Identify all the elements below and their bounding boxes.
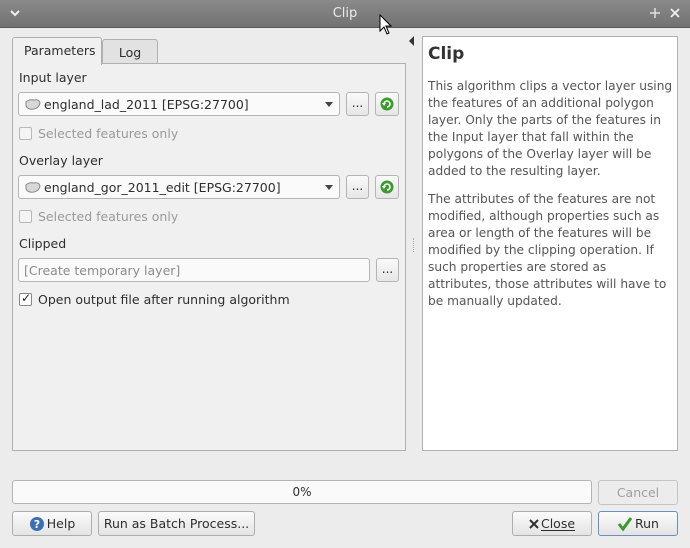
tab-parameters[interactable]: Parameters [12,37,102,65]
help-icon: ? [29,516,44,531]
overlay-selected-only-checkbox[interactable] [19,210,32,223]
clipped-browse-button[interactable]: ... [376,258,399,282]
input-layer-combo[interactable]: england_lad_2011 [EPSG:27700] [18,92,340,116]
parameters-panel: Input layer england_lad_2011 [EPSG:27700… [12,63,406,451]
clipped-label: Clipped [19,236,67,251]
collapse-help-icon[interactable] [409,36,414,46]
polygon-layer-icon [25,182,41,193]
input-selected-only-label: Selected features only [38,126,179,141]
svg-text:?: ? [34,518,40,531]
iterate-icon [380,180,394,194]
clipped-output-field[interactable] [18,258,370,282]
clipped-output-input[interactable] [19,259,369,281]
iterate-icon [380,97,394,111]
run-button[interactable]: Run [598,511,678,536]
overlay-layer-label: Overlay layer [19,153,103,168]
help-paragraph-2: The attributes of the features are not m… [428,192,667,308]
close-icon [529,518,539,529]
overlay-layer-value: england_gor_2011_edit [EPSG:27700] [44,180,281,195]
window-title: Clip [332,6,358,21]
overlay-layer-iterate-button[interactable] [375,175,399,199]
help-button[interactable]: ? Help [12,511,92,536]
help-panel: Clip This algorithm clips a vector layer… [422,36,678,451]
run-button-label: Run [635,516,659,531]
progress-text: 0% [292,485,312,499]
overlay-selected-only-label: Selected features only [38,209,179,224]
input-layer-browse-button[interactable]: ... [346,92,369,116]
title-bar[interactable]: Clip [0,0,690,28]
checkmark-icon [617,516,633,531]
polygon-layer-icon [25,99,41,110]
progress-bar: 0% [12,480,592,504]
tab-log[interactable]: Log [102,39,158,64]
pin-icon[interactable] [648,5,662,21]
close-icon[interactable] [668,5,682,21]
overlay-layer-browse-button[interactable]: ... [346,175,369,199]
help-title: Clip [428,44,465,64]
cancel-button[interactable]: Cancel [598,480,678,505]
chevron-down-icon[interactable] [325,102,333,107]
close-button[interactable]: Close [512,511,592,536]
open-output-label: Open output file after running algorithm [38,292,290,307]
splitter-handle[interactable] [413,238,415,252]
chevron-down-icon[interactable] [325,185,333,190]
overlay-layer-combo[interactable]: england_gor_2011_edit [EPSG:27700] [18,175,340,199]
open-output-checkbox[interactable] [19,291,32,306]
input-layer-iterate-button[interactable] [375,92,399,116]
close-button-label: Close [540,516,576,531]
help-paragraph-1: This algorithm clips a vector layer usin… [428,79,673,178]
input-layer-label: Input layer [19,70,87,85]
input-layer-value: england_lad_2011 [EPSG:27700] [44,97,249,112]
input-selected-only-checkbox[interactable] [19,127,32,140]
mouse-cursor-icon [379,14,393,35]
help-button-label: Help [46,516,76,531]
run-batch-button[interactable]: Run as Batch Process... [98,511,255,536]
